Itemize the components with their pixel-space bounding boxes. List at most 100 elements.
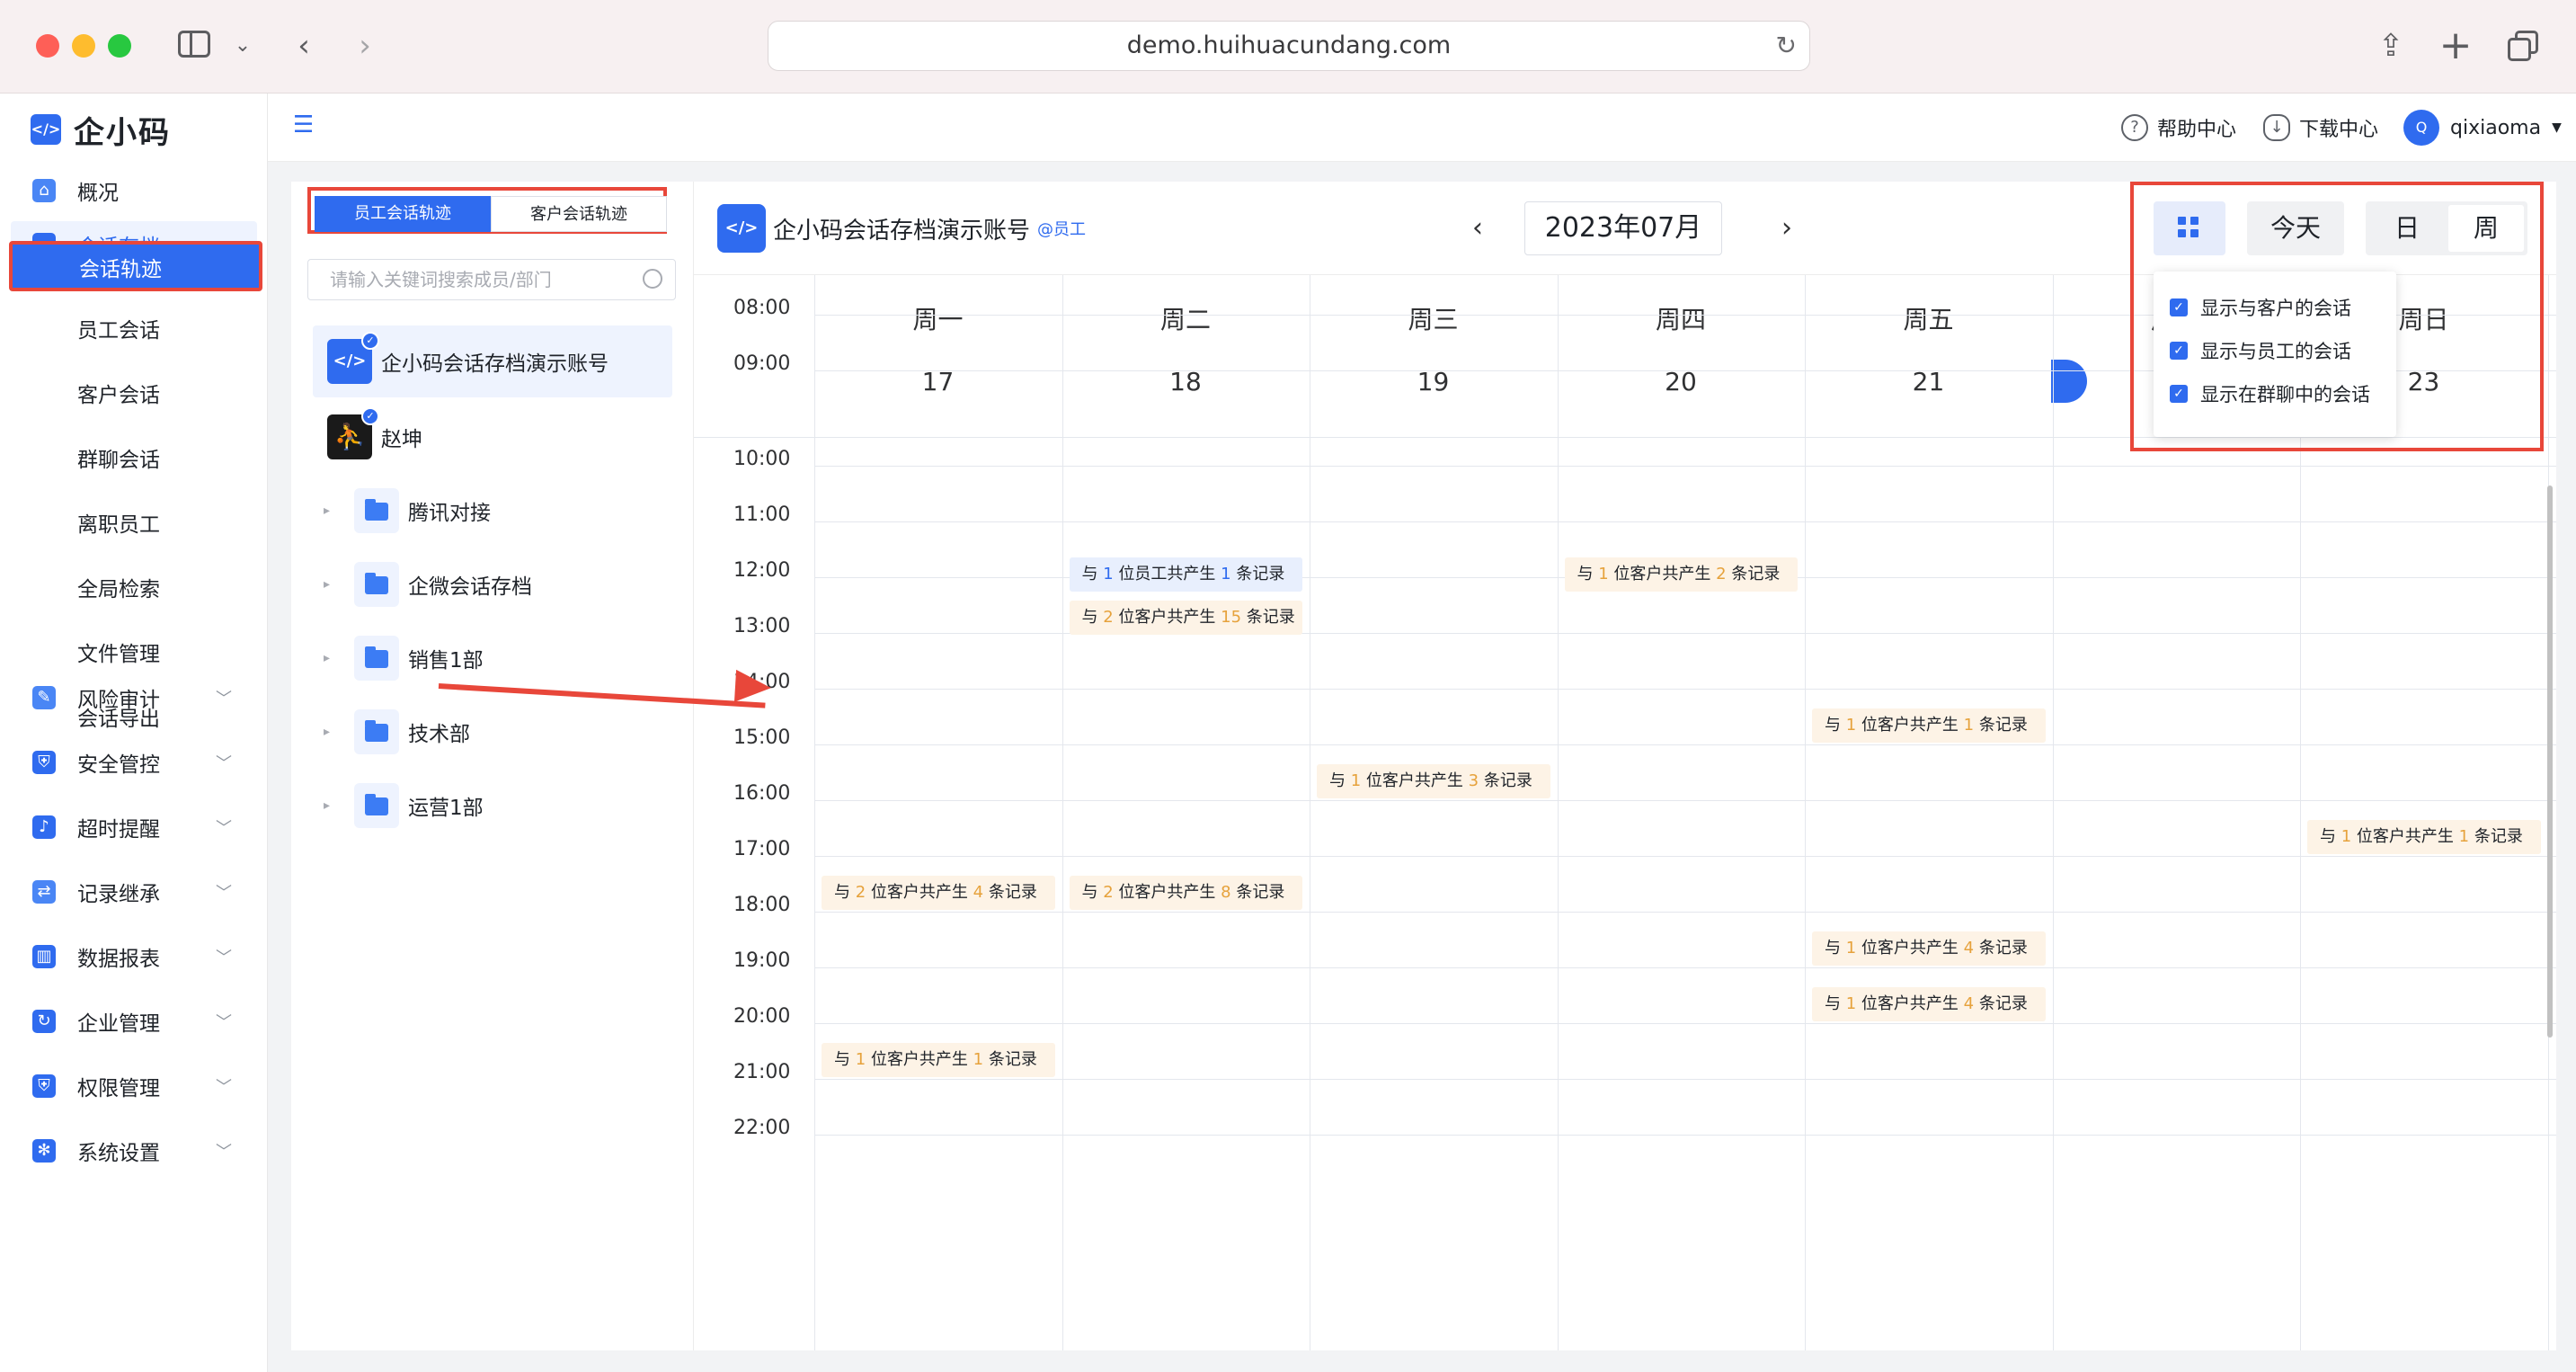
nav-group[interactable]: ✎ 风险审计 ﹀	[11, 674, 257, 721]
customer-session-event[interactable]: 与 2 位客户共产生 8 条记录	[1069, 876, 1302, 910]
grid-row-line	[814, 912, 2556, 913]
time-label: 16:00	[733, 782, 791, 805]
grid-row-line	[814, 689, 2556, 690]
nav-group[interactable]: ▥ 数据报表 ﹀	[11, 933, 257, 980]
customer-session-event[interactable]: 与 1 位客户共产生 3 条记录	[1317, 764, 1550, 798]
department-name: 运营1部	[408, 797, 484, 820]
day-column-header[interactable]: 周三 19	[1310, 275, 1557, 437]
new-tab-icon[interactable]: +	[2438, 26, 2474, 66]
next-month-button[interactable]: ›	[1769, 209, 1805, 248]
filter-grid-button[interactable]	[2154, 201, 2225, 255]
nav-sub-item[interactable]: 客户会话	[11, 372, 257, 419]
download-center-link[interactable]: ↓ 下载中心	[2263, 111, 2378, 144]
caret-right-icon[interactable]: ▸	[324, 725, 342, 739]
department-item[interactable]: ▸ 技术部	[324, 705, 665, 759]
trace-type-tabs: 员工会话轨迹 客户会话轨迹	[307, 187, 667, 234]
nav-sub-item[interactable]: 离职员工	[11, 502, 257, 548]
filter-option[interactable]: ✓ 显示与员工的会话	[2154, 329, 2396, 372]
sidebar-toggle-icon[interactable]	[176, 27, 212, 65]
nav-sub-item[interactable]: 群聊会话	[11, 437, 257, 484]
nav-group[interactable]: ⛨ 权限管理 ﹀	[11, 1063, 257, 1109]
customer-session-event[interactable]: 与 1 位客户共产生 1 条记录	[2307, 820, 2541, 854]
nav-group[interactable]: ♪ 超时提醒 ﹀	[11, 804, 257, 851]
user-menu[interactable]: Q qixiaoma ▼	[2403, 110, 2562, 146]
weekday-label: 周五	[1903, 305, 1954, 334]
tab-employee-trace[interactable]: 员工会话轨迹	[315, 196, 491, 232]
department-name: 销售1部	[408, 649, 484, 673]
caret-right-icon[interactable]: ▸	[324, 798, 342, 813]
time-label: 20:00	[733, 1005, 791, 1028]
nav-group[interactable]: ⇄ 记录继承 ﹀	[11, 869, 257, 915]
username: qixiaoma	[2450, 116, 2542, 139]
nav-label: 权限管理	[77, 1077, 160, 1100]
folder-icon	[354, 562, 399, 607]
back-arrow-icon[interactable]: ‹	[288, 27, 320, 65]
download-label: 下载中心	[2299, 119, 2379, 141]
member-item[interactable]: ⛹ ✓ 赵坤	[313, 401, 672, 473]
today-button[interactable]: 今天	[2247, 201, 2344, 255]
nav-label: 企业管理	[77, 1012, 160, 1036]
prev-month-button[interactable]: ‹	[1460, 209, 1496, 248]
search-icon[interactable]	[643, 269, 662, 289]
caret-right-icon[interactable]: ▸	[324, 503, 342, 518]
checkbox-checked-icon[interactable]: ✓	[2170, 342, 2188, 360]
month-picker[interactable]: 2023年07月	[1524, 201, 1722, 255]
chevron-down-icon[interactable]: ⌄	[232, 27, 253, 65]
avatar: Q	[2403, 110, 2439, 146]
day-column-header[interactable]: 周二 18	[1062, 275, 1310, 437]
department-item[interactable]: ▸ 运营1部	[324, 779, 665, 833]
nav-group[interactable]: ✻ 系统设置 ﹀	[11, 1127, 257, 1174]
share-icon[interactable]: ⇪	[2373, 27, 2409, 65]
inherit-icon: ⇄	[32, 880, 56, 904]
department-item[interactable]: ▸ 企微会话存档	[324, 557, 665, 611]
checkbox-checked-icon[interactable]: ✓	[2170, 385, 2188, 403]
customer-session-event[interactable]: 与 2 位客户共产生 15 条记录	[1069, 601, 1302, 635]
nav-item-overview[interactable]: ⌂ 概况	[11, 167, 257, 214]
customer-session-event[interactable]: 与 1 位客户共产生 1 条记录	[822, 1043, 1055, 1077]
filter-option-label: 显示与客户的会话	[2200, 298, 2351, 319]
nav-group[interactable]: ↻ 企业管理 ﹀	[11, 998, 257, 1045]
help-center-link[interactable]: ? 帮助中心	[2121, 111, 2236, 144]
customer-session-event[interactable]: 与 1 位客户共产生 4 条记录	[1812, 931, 2046, 966]
department-item[interactable]: ▸ 销售1部	[324, 631, 665, 685]
grid-row-line	[814, 967, 2556, 968]
address-bar[interactable]: demo.huihuacundang.com ↻	[768, 21, 1810, 71]
event-text: 位客户共产生	[1613, 565, 1711, 584]
tab-overview-icon[interactable]	[2504, 27, 2544, 65]
filter-option[interactable]: ✓ 显示在群聊中的会话	[2154, 372, 2396, 415]
close-window-button[interactable]	[36, 34, 59, 58]
customer-session-event[interactable]: 与 1 位客户共产生 4 条记录	[1812, 987, 2046, 1021]
day-view-button[interactable]: 日	[2369, 205, 2445, 252]
nav-group[interactable]: ⛨ 安全管控 ﹀	[11, 739, 257, 786]
nav-sub-item[interactable]: 会话轨迹	[9, 241, 262, 291]
caret-right-icon[interactable]: ▸	[324, 577, 342, 592]
member-name: 企小码会话存档演示账号	[381, 352, 608, 376]
member-search-input[interactable]: 请输入关键词搜索成员/部门	[307, 259, 676, 300]
forward-arrow-icon[interactable]: ›	[349, 27, 381, 65]
maximize-window-button[interactable]	[108, 34, 131, 58]
grid-row-line	[814, 1079, 2556, 1080]
week-view-button[interactable]: 周	[2448, 205, 2524, 252]
employee-session-event[interactable]: 与 1 位员工共产生 1 条记录	[1069, 557, 1302, 592]
caret-right-icon[interactable]: ▸	[324, 651, 342, 665]
reload-icon[interactable]: ↻	[1776, 22, 1797, 70]
menu-fold-icon[interactable]: ☰	[293, 113, 316, 137]
minimize-window-button[interactable]	[72, 34, 95, 58]
tab-customer-trace[interactable]: 客户会话轨迹	[491, 196, 667, 232]
nav-sub-item[interactable]: 全局检索	[11, 566, 257, 613]
filter-option[interactable]: ✓ 显示与客户的会话	[2154, 286, 2396, 329]
customer-session-event[interactable]: 与 1 位客户共产生 2 条记录	[1564, 557, 1798, 592]
chevron-down-icon: ﹀	[216, 1078, 232, 1097]
day-column-header[interactable]: 周五 21	[1805, 275, 2052, 437]
app-logo[interactable]: </> 企小码	[31, 111, 171, 151]
nav-sub-item[interactable]: 文件管理	[11, 631, 257, 678]
checkbox-checked-icon[interactable]: ✓	[2170, 298, 2188, 316]
calendar-scrollbar[interactable]	[2547, 486, 2553, 1038]
department-item[interactable]: ▸ 腾讯对接	[324, 484, 665, 538]
member-item[interactable]: </> ✓ 企小码会话存档演示账号	[313, 325, 672, 397]
customer-session-event[interactable]: 与 1 位客户共产生 1 条记录	[1812, 708, 2046, 743]
day-column-header[interactable]: 周四 20	[1558, 275, 1805, 437]
nav-sub-item[interactable]: 员工会话	[11, 307, 257, 354]
customer-session-event[interactable]: 与 2 位客户共产生 4 条记录	[822, 876, 1055, 910]
day-column-header[interactable]: 周一 17	[814, 275, 1061, 437]
